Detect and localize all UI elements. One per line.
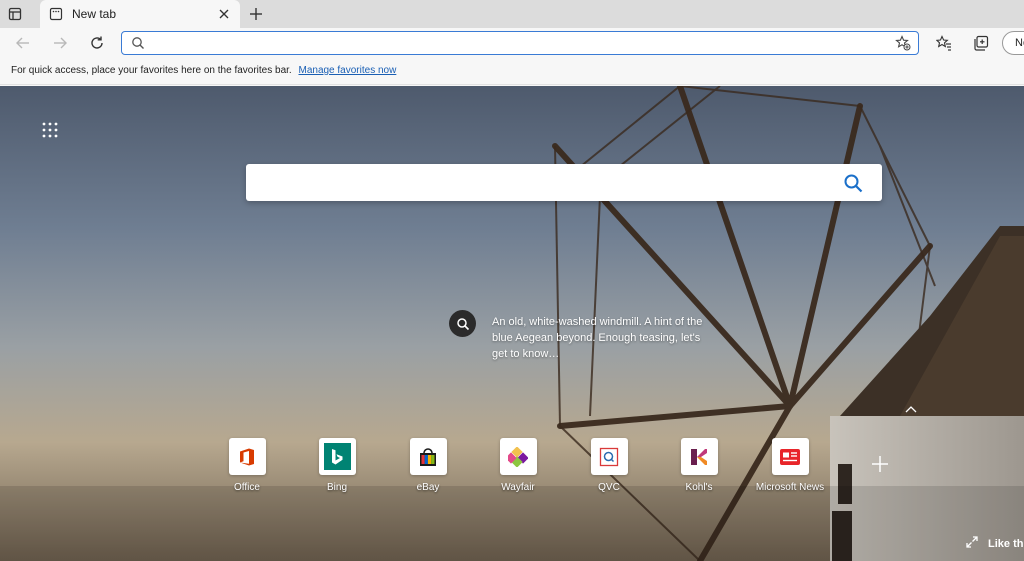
quick-link-office[interactable]: Office [201, 438, 293, 498]
tab-title: New tab [72, 7, 117, 21]
quick-link-microsoft-news[interactable]: Microsoft News [744, 438, 836, 498]
wayfair-icon [499, 438, 537, 475]
search-icon[interactable] [842, 172, 864, 194]
web-search-box[interactable] [246, 164, 882, 201]
new-tab-page: An old, white-washed windmill. A hint of… [0, 86, 1024, 561]
back-arrow-icon[interactable] [12, 32, 34, 54]
quick-link-kohls[interactable]: Kohl's [653, 438, 745, 498]
tab-actions-icon[interactable] [6, 5, 24, 23]
address-bar[interactable] [121, 31, 919, 55]
new-tab-plus-icon[interactable] [246, 4, 266, 24]
collections-icon[interactable] [970, 32, 992, 54]
add-favorite-star-icon[interactable] [894, 34, 912, 52]
qvc-icon [590, 438, 628, 475]
tab-new-tab[interactable]: New tab [40, 0, 240, 28]
profile-button[interactable]: No [1002, 31, 1024, 55]
quick-link-label: Office [234, 482, 260, 493]
like-this-image[interactable]: Like th [966, 535, 1024, 553]
quick-link-label: Bing [326, 482, 347, 493]
forward-arrow-icon[interactable] [49, 32, 71, 54]
news-icon [771, 438, 809, 475]
quick-link-ebay[interactable]: eBay [382, 438, 474, 498]
web-search-input[interactable] [260, 172, 830, 192]
favorites-bar-message: For quick access, place your favorites h… [11, 65, 292, 76]
apps-launcher-icon[interactable] [42, 122, 58, 138]
new-tab-page-icon [48, 6, 64, 22]
expand-icon[interactable] [966, 535, 978, 553]
quick-link-label: Kohl's [685, 482, 713, 493]
tab-strip: New tab [0, 0, 1024, 28]
like-label: Like th [988, 538, 1024, 550]
quick-link-bing[interactable]: Bing [291, 438, 383, 498]
toolbar: No [0, 28, 1024, 58]
add-site-plus-icon[interactable] [870, 454, 890, 474]
image-caption[interactable]: An old, white-washed windmill. A hint of… [492, 314, 712, 362]
image-search-icon[interactable] [449, 310, 476, 337]
close-icon[interactable] [216, 6, 232, 22]
bing-icon [318, 438, 356, 475]
office-icon [228, 438, 266, 475]
quick-link-wayfair[interactable]: Wayfair [472, 438, 564, 498]
kohls-icon [680, 438, 718, 475]
quick-link-label: Wayfair [501, 482, 535, 493]
ebay-icon [409, 438, 447, 475]
search-icon [131, 36, 145, 50]
chevron-up-icon[interactable] [902, 402, 920, 416]
quick-link-label: Microsoft News [755, 482, 825, 493]
manage-favorites-link[interactable]: Manage favorites now [298, 65, 396, 76]
quick-link-label: QVC [598, 482, 620, 493]
quick-link-label: eBay [416, 482, 440, 493]
quick-link-qvc[interactable]: QVC [563, 438, 655, 498]
favorites-icon[interactable] [933, 32, 955, 54]
refresh-icon[interactable] [86, 32, 108, 54]
address-input[interactable] [152, 34, 882, 52]
favorites-bar: For quick access, place your favorites h… [0, 58, 1024, 85]
